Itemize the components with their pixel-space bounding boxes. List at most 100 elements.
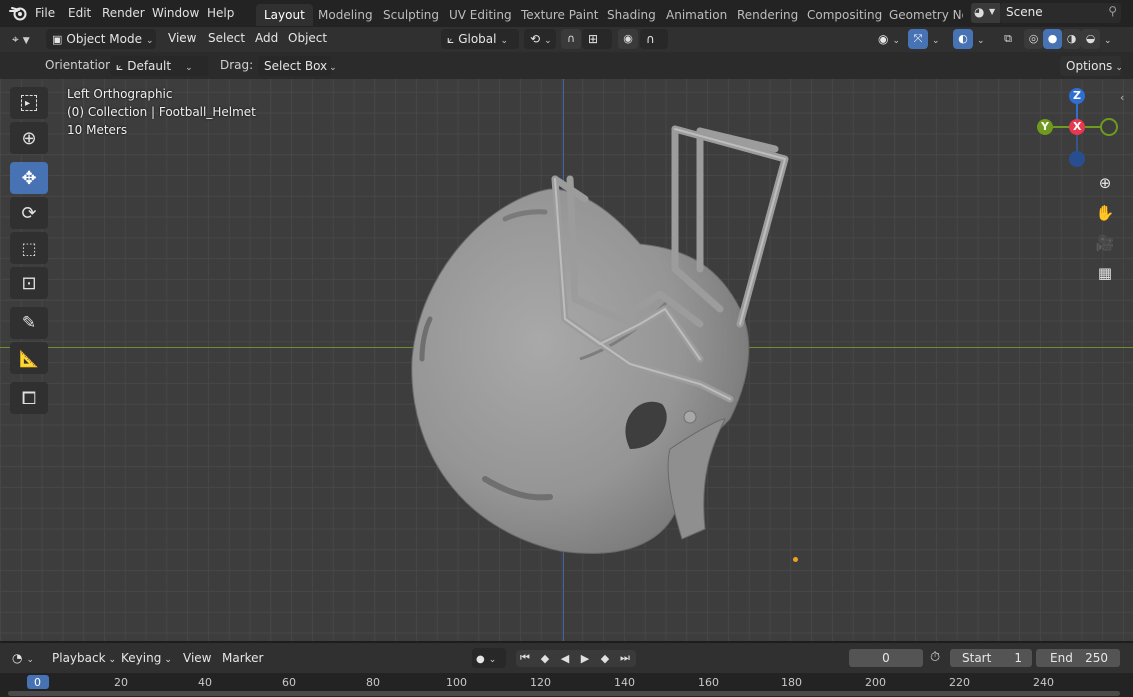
chevron-down-icon: ▼ <box>22 36 30 46</box>
chevron-down-icon: ⌄ <box>932 36 940 46</box>
orientation-label: Orientation: <box>45 58 117 72</box>
snap-toggle-button[interactable]: ∩ <box>561 29 581 49</box>
jump-to-end-icon[interactable]: ⏭ <box>616 650 634 666</box>
menu-add[interactable]: Add <box>255 31 278 45</box>
viewport-header: ⌖ ▼ ▣ Object Mode ⌄ View Select Add Object … <box>0 27 1133 52</box>
menu-marker[interactable]: Marker <box>222 651 263 665</box>
ortho-toggle-button[interactable]: ▦ <box>1093 261 1117 285</box>
tab-uv-editing[interactable]: UV Editing <box>441 4 520 26</box>
current-frame-field[interactable]: 0 <box>849 649 923 667</box>
playback-controls: ⏮ ◆ ◀ ▶ ◆ ⏭ <box>514 643 638 673</box>
tool-rotate[interactable]: ⟳ <box>10 197 48 229</box>
menu-select[interactable]: Select <box>208 31 245 45</box>
end-frame-field[interactable]: End 250 <box>1036 649 1120 667</box>
snap-target-dropdown[interactable]: ⊞ <box>582 29 612 49</box>
3d-viewport[interactable]: Left Orthographic (0) Collection | Footb… <box>0 79 1133 641</box>
tool-select-box[interactable]: ▸ <box>10 87 48 119</box>
overlays-toggle-button[interactable]: ◐ <box>953 29 973 49</box>
timeline-ruler[interactable]: 0 20 40 60 80 100 120 140 160 180 200 22… <box>0 673 1133 697</box>
drag-dropdown[interactable]: Select Box ⌄ <box>258 56 337 76</box>
tool-transform[interactable]: ⊡ <box>10 267 48 299</box>
menu-object[interactable]: Object <box>288 31 327 45</box>
tool-add-cube[interactable]: ⧠ <box>10 382 48 414</box>
shading-options-dropdown[interactable]: ⌄ <box>1101 29 1117 49</box>
playback-label: Playback <box>52 651 106 665</box>
zoom-icon: ⊕ <box>1098 174 1112 192</box>
rendered-shading-button[interactable]: ◒ <box>1081 29 1100 49</box>
drag-value: Select Box <box>264 59 328 73</box>
tab-modeling[interactable]: Modeling <box>310 4 381 26</box>
menu-view[interactable]: View <box>168 31 196 45</box>
grid-icon: ▦ <box>1097 264 1113 282</box>
menu-help[interactable]: Help <box>207 6 234 20</box>
tool-scale[interactable]: ⬚ <box>10 232 48 264</box>
scene-name-field[interactable]: Scene ⚲ <box>1000 3 1121 23</box>
tool-measure[interactable]: 📐 <box>10 342 48 374</box>
jump-to-keyframe-prev-icon[interactable]: ◆ <box>536 650 554 666</box>
zoom-button[interactable]: ⊕ <box>1093 171 1117 195</box>
tool-move[interactable]: ✥ <box>10 162 48 194</box>
menu-edit[interactable]: Edit <box>68 6 91 20</box>
annotate-icon: ✎ <box>21 313 37 333</box>
menu-window[interactable]: Window <box>152 6 199 20</box>
overlays-options-dropdown[interactable]: ⌄ <box>974 29 990 49</box>
mode-dropdown[interactable]: ▣ Object Mode ⌄ <box>46 29 156 49</box>
tab-sculpting[interactable]: Sculpting <box>375 4 447 26</box>
ruler-label: 0 <box>34 676 41 689</box>
solid-shading-button[interactable]: ● <box>1043 29 1062 49</box>
timeline-editor-type-button[interactable]: ◔ ⌄ <box>8 648 40 668</box>
menu-playback[interactable]: Playback ⌄ <box>52 651 116 665</box>
pivot-point-dropdown[interactable]: ⟲ ⌄ <box>524 29 556 49</box>
tab-geometry-nodes[interactable]: Geometry Noc <box>881 4 963 26</box>
tab-shading[interactable]: Shading <box>599 4 664 26</box>
gizmo-toggle-button[interactable]: ⤧ <box>908 29 928 49</box>
jump-to-keyframe-next-icon[interactable]: ◆ <box>596 650 614 666</box>
falloff-curve-icon: ∩ <box>646 32 655 46</box>
falloff-dropdown[interactable]: ∩ <box>640 29 668 49</box>
visibility-dropdown[interactable]: ◉ ⌄ <box>872 29 904 49</box>
tab-rendering[interactable]: Rendering <box>729 4 806 26</box>
tool-annotate[interactable]: ✎ <box>10 307 48 339</box>
xray-toggle-button[interactable]: ⧉ <box>998 29 1018 49</box>
pin-icon[interactable]: ⚲ <box>1108 4 1117 18</box>
tool-cursor[interactable]: ⊕ <box>10 122 48 154</box>
menu-render[interactable]: Render <box>102 6 145 20</box>
ruler-label: 60 <box>282 676 296 689</box>
tab-animation[interactable]: Animation <box>658 4 735 26</box>
light-origin-marker[interactable] <box>793 557 798 562</box>
menu-file[interactable]: File <box>35 6 55 20</box>
proportional-icon: ◉ <box>623 32 633 45</box>
pan-button[interactable]: ✋ <box>1093 201 1117 225</box>
football-helmet-model[interactable] <box>400 119 810 559</box>
tab-compositing[interactable]: Compositing <box>799 4 890 26</box>
transform-orientation-dropdown[interactable]: ⟀ Global ⌄ <box>441 29 519 49</box>
grid-scale: 10 Meters <box>67 123 128 137</box>
drag-label: Drag: <box>220 58 254 72</box>
tab-layout[interactable]: Layout <box>256 4 313 26</box>
proportional-editing-button[interactable]: ◉ <box>618 29 638 49</box>
tab-texture-paint[interactable]: Texture Paint <box>513 4 606 26</box>
material-shading-button[interactable]: ◑ <box>1062 29 1081 49</box>
auto-keying-button[interactable]: ● ⌄ <box>472 648 506 668</box>
stopwatch-icon[interactable]: ⏱ <box>930 650 940 665</box>
camera-view-button[interactable]: 🎥 <box>1093 231 1117 255</box>
menu-timeline-view[interactable]: View <box>183 651 211 665</box>
ruler-label: 20 <box>114 676 128 689</box>
blender-logo-icon[interactable] <box>9 5 27 21</box>
orientation-dropdown[interactable]: ⟀ Default ⌄ <box>110 56 208 76</box>
jump-to-start-icon[interactable]: ⏮ <box>516 650 534 666</box>
play-icon[interactable]: ▶ <box>576 650 594 666</box>
top-bar: File Edit Render Window Help Layout Mode… <box>0 0 1133 27</box>
view-name: Left Orthographic <box>67 87 173 101</box>
start-frame-field[interactable]: Start 1 <box>950 649 1032 667</box>
wireframe-shading-button[interactable]: ◎ <box>1024 29 1043 49</box>
scene-selector-button[interactable]: ◕ ▼ <box>971 3 1000 23</box>
timeline-scrollbar[interactable] <box>8 691 1120 696</box>
options-dropdown[interactable]: Options ⌄ <box>1060 56 1123 76</box>
eye-icon: ◉ <box>878 32 889 46</box>
sidebar-toggle-icon[interactable]: ‹ <box>1120 91 1124 104</box>
gizmo-options-dropdown[interactable]: ⌄ <box>929 29 945 49</box>
editor-type-button[interactable]: ⌖ ▼ <box>8 29 41 49</box>
play-reverse-icon[interactable]: ◀ <box>556 650 574 666</box>
menu-keying[interactable]: Keying ⌄ <box>121 651 172 665</box>
